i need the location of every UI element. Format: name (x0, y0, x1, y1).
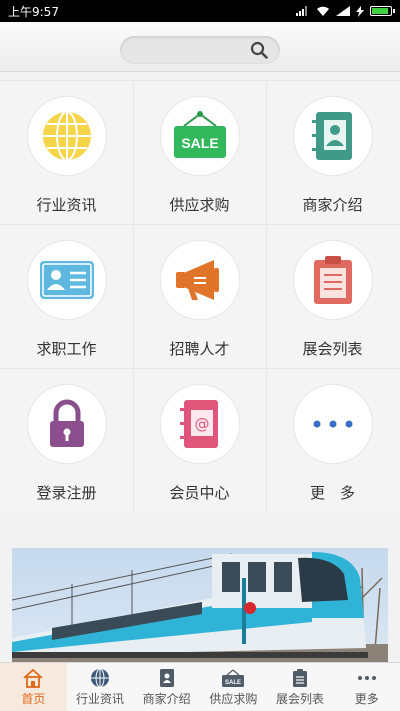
sale-sign-icon: SALE (222, 669, 245, 687)
grid-item-industry-news[interactable]: 行业资讯 (0, 80, 133, 224)
grid-item-label: 商家介绍 (302, 196, 363, 214)
sale-sign-text: SALE (225, 680, 241, 686)
tab-industry-news[interactable]: 行业资讯 (67, 663, 134, 711)
id-card-icon (39, 261, 94, 299)
search-icon[interactable] (250, 41, 268, 59)
tab-more[interactable]: 更多 (333, 663, 400, 711)
padlock-icon (49, 399, 84, 447)
category-grid: 行业资讯 SALE 供应求购 商家介绍 求职工作 招聘人才 展会列表 登录注册 … (0, 80, 400, 512)
status-icons (296, 5, 395, 17)
grid-item-label: 行业资讯 (36, 196, 97, 214)
grid-item-member-center[interactable]: @ 会员中心 (133, 368, 266, 512)
globe-icon (42, 111, 91, 161)
status-time: 上午9:57 (8, 4, 59, 19)
grid-item-more[interactable]: 更 多 (266, 368, 399, 512)
train-photo (12, 548, 388, 662)
charging-icon (356, 5, 364, 17)
status-bar: 上午9:57 (0, 0, 400, 22)
bottom-tab-bar: 首页 行业资讯 商家介绍 SALE 供应求购 展会列表 更多 (0, 662, 400, 711)
tab-label: 行业资讯 (76, 692, 125, 706)
grid-item-label: 会员中心 (169, 484, 230, 502)
more-dots-icon (357, 676, 376, 680)
megaphone-icon (175, 260, 219, 300)
home-icon (23, 668, 43, 688)
sale-sign-text: SALE (181, 135, 218, 151)
grid-item-label: 供应求购 (169, 196, 230, 214)
tab-supply-demand[interactable]: SALE 供应求购 (200, 663, 267, 711)
grid-item-job-search[interactable]: 求职工作 (0, 224, 133, 368)
grid-item-label: 求职工作 (36, 340, 97, 358)
contact-book-icon (311, 112, 352, 160)
battery-icon (370, 6, 395, 16)
tab-label: 更多 (354, 692, 379, 706)
at-symbol: @ (194, 415, 209, 433)
grid-item-login-register[interactable]: 登录注册 (0, 368, 133, 512)
grid-item-label: 登录注册 (36, 484, 97, 502)
wifi-icon (317, 6, 329, 16)
more-dots-icon (313, 420, 352, 428)
grid-item-label: 招聘人才 (169, 340, 230, 358)
grid-item-supply-demand[interactable]: SALE 供应求购 (133, 80, 266, 224)
globe-icon (91, 668, 109, 688)
grid-item-exhibition-list[interactable]: 展会列表 (266, 224, 399, 368)
cell-signal-icon (336, 6, 350, 16)
clipboard-icon (313, 256, 352, 304)
contact-book-icon (159, 669, 174, 687)
grid-item-merchant-intro[interactable]: 商家介绍 (266, 80, 399, 224)
grid-item-recruit[interactable]: 招聘人才 (133, 224, 266, 368)
signal-icon (296, 6, 307, 16)
clipboard-icon (293, 669, 308, 687)
tab-label: 供应求购 (209, 692, 258, 706)
sale-sign-icon: SALE (173, 111, 226, 158)
tab-exhibition-list[interactable]: 展会列表 (267, 663, 334, 711)
grid-item-label: 更 多 (309, 484, 355, 502)
grid-item-label: 展会列表 (302, 340, 363, 358)
address-book-icon: @ (179, 400, 218, 448)
tab-merchant-intro[interactable]: 商家介绍 (133, 663, 200, 711)
tab-label: 展会列表 (276, 692, 325, 706)
banner-image[interactable] (12, 548, 388, 662)
header (0, 22, 400, 72)
tab-label: 商家介绍 (142, 692, 191, 706)
tab-label: 首页 (21, 692, 46, 706)
tab-home[interactable]: 首页 (0, 663, 67, 711)
search-input[interactable] (120, 36, 280, 64)
